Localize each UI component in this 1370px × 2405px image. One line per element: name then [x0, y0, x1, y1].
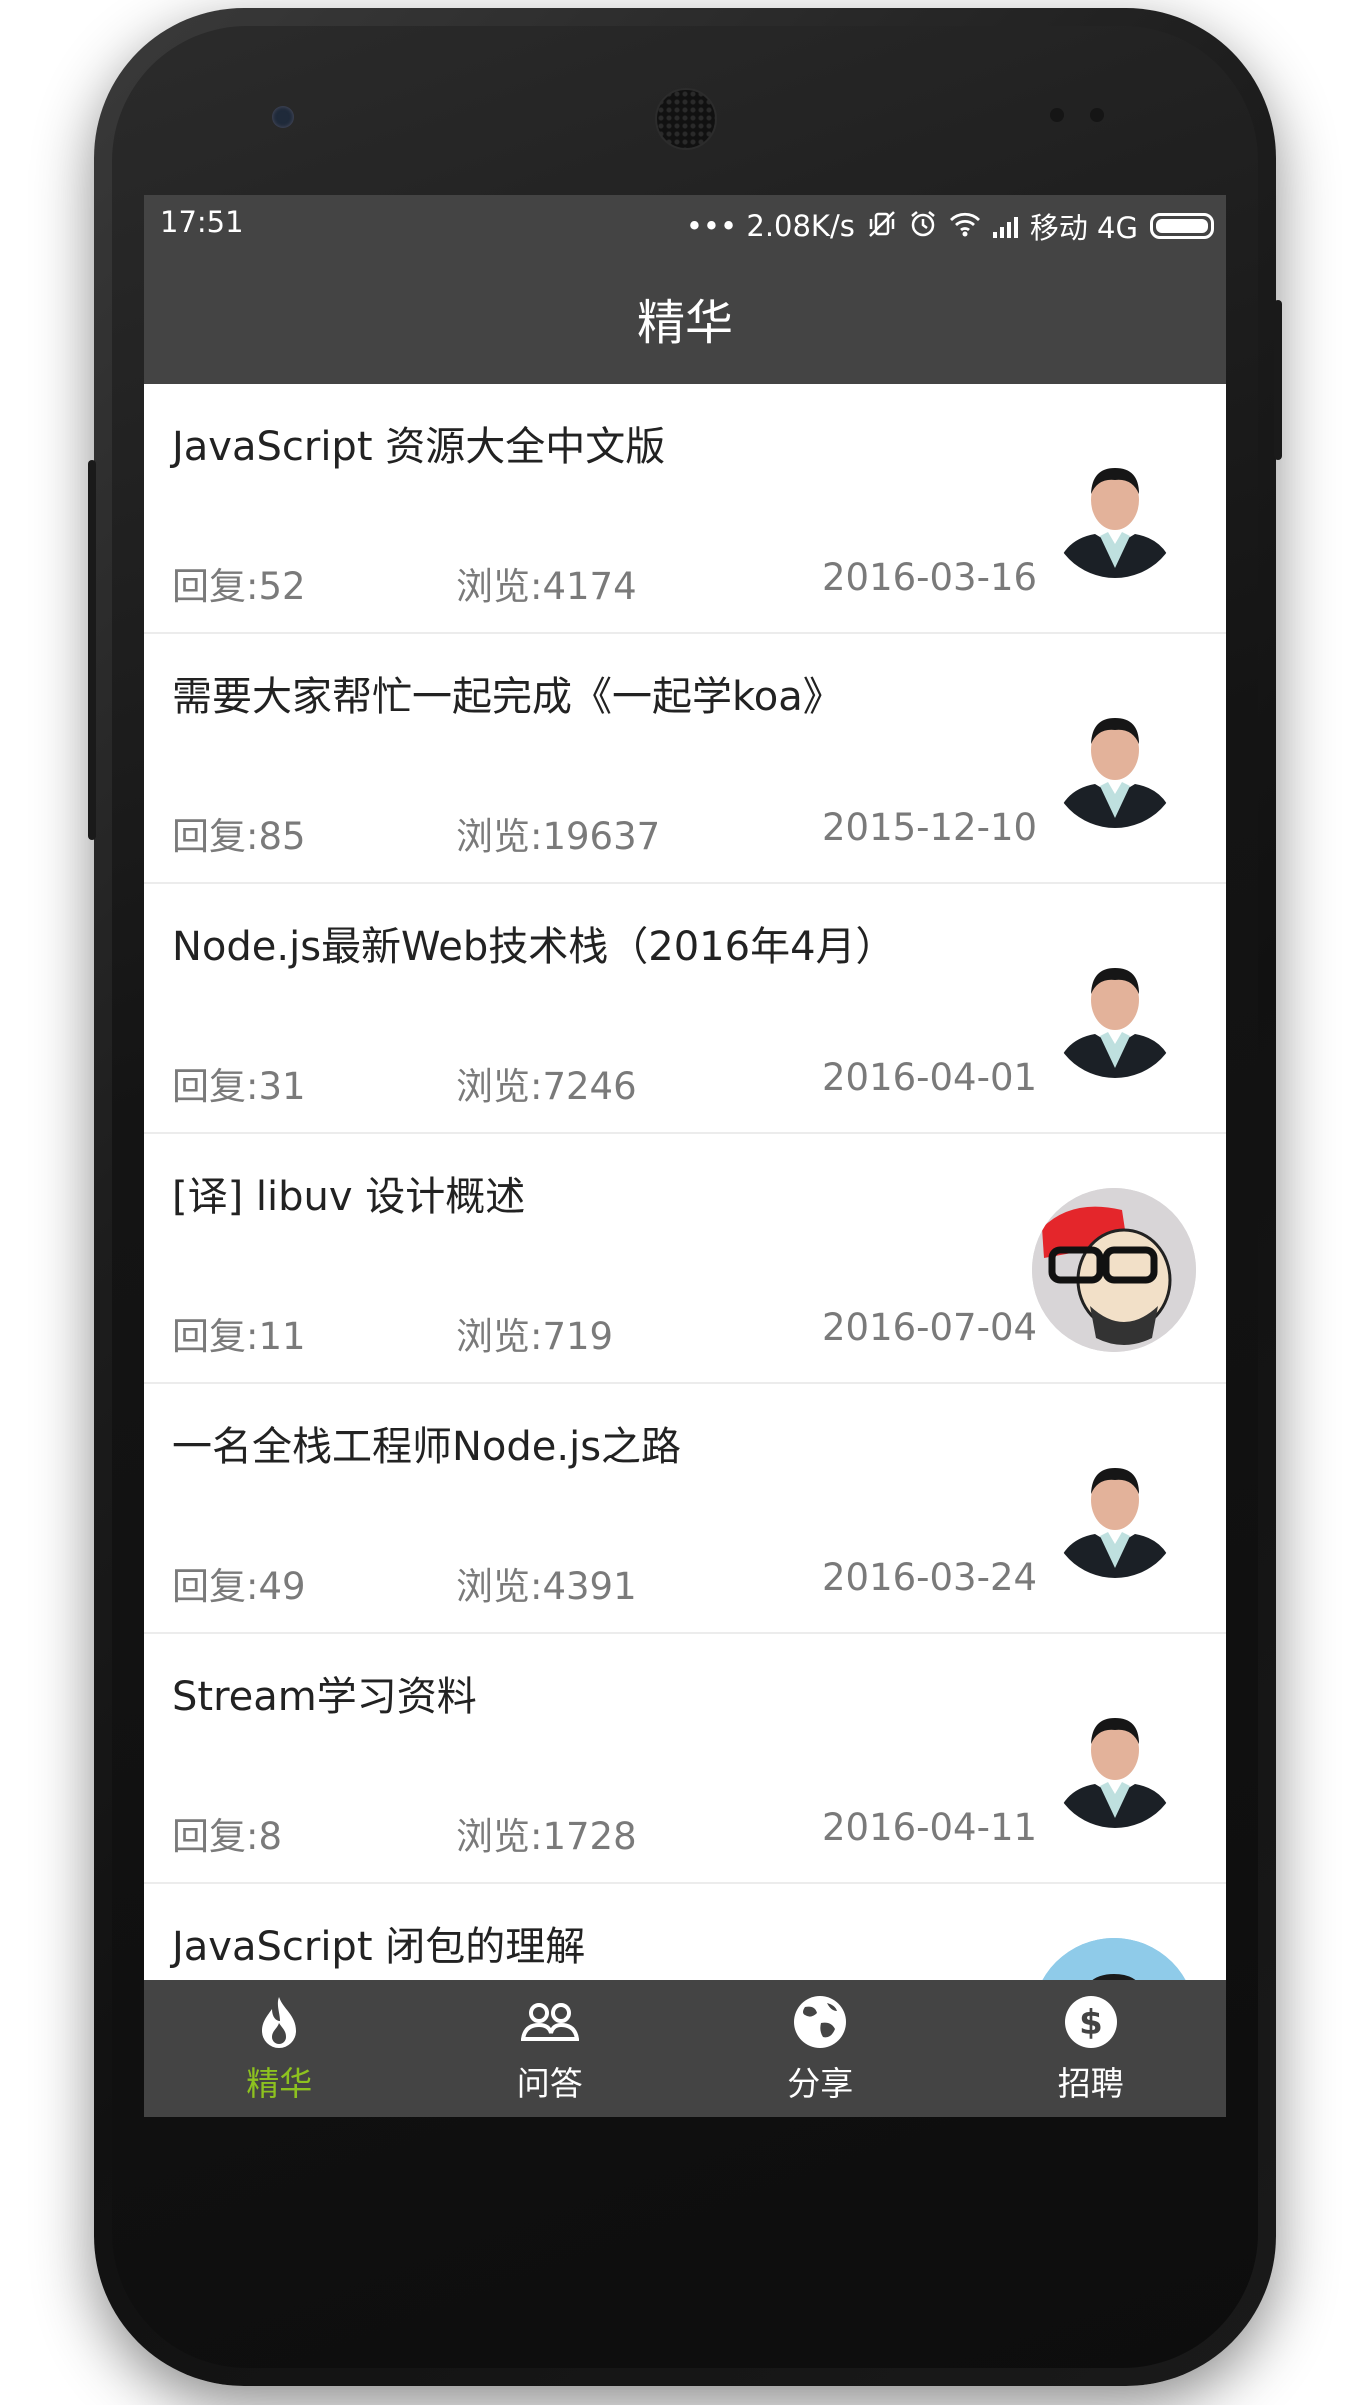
view-count: 浏览:4391	[456, 1565, 637, 1608]
topic-date: 2015-12-10	[822, 806, 1038, 849]
tab-share[interactable]: 分享	[685, 1980, 956, 2117]
topic-item[interactable]: JavaScript 资源大全中文版 回复:52 浏览:4174 2016-03…	[144, 384, 1226, 634]
signal-icon	[992, 214, 1018, 238]
tab-essence[interactable]: 精华	[144, 1980, 415, 2117]
reply-count: 回复:31	[172, 1065, 306, 1108]
flame-icon	[262, 1996, 297, 2048]
topic-list[interactable]: JavaScript 资源大全中文版 回复:52 浏览:4174 2016-03…	[144, 384, 1226, 2117]
net-speed: ••• 2.08K/s	[685, 209, 855, 243]
author-avatar[interactable]	[1050, 1448, 1180, 1578]
topic-title: Stream学习资料	[172, 1674, 477, 1720]
topic-item[interactable]: Stream学习资料 回复:8 浏览:1728 2016-04-11	[144, 1634, 1226, 1884]
svg-text:$: $	[1079, 2003, 1103, 2043]
power-button	[1274, 300, 1282, 460]
volume-button	[88, 460, 96, 840]
app-header: 精华	[144, 251, 1226, 384]
light-sensor	[1090, 108, 1104, 122]
tab-label: 精华	[246, 2063, 313, 2103]
topic-item[interactable]: Node.js最新Web技术栈（2016年4月） 回复:31 浏览:7246 2…	[144, 884, 1226, 1134]
author-avatar[interactable]	[1050, 948, 1180, 1078]
topic-title: JavaScript 闭包的理解	[172, 1924, 586, 1970]
people-icon	[520, 2002, 579, 2041]
topic-date: 2016-07-04	[822, 1306, 1038, 1349]
page-title: 精华	[636, 294, 733, 351]
view-count: 浏览:4174	[456, 565, 637, 608]
view-count: 浏览:7246	[456, 1065, 637, 1108]
earpiece-speaker	[655, 88, 717, 150]
tab-jobs[interactable]: $ 招聘	[956, 1980, 1227, 2117]
proximity-sensor	[1050, 108, 1064, 122]
reply-count: 回复:8	[172, 1815, 283, 1858]
front-camera	[272, 106, 294, 128]
author-avatar[interactable]	[1050, 1698, 1180, 1828]
author-avatar[interactable]	[1050, 448, 1180, 578]
topic-date: 2016-04-11	[822, 1806, 1038, 1849]
tab-qa[interactable]: 问答	[415, 1980, 686, 2117]
topic-item[interactable]: [译] libuv 设计概述 回复:11 浏览:719 2016-07-04	[144, 1134, 1226, 1384]
topic-item[interactable]: 需要大家帮忙一起完成《一起学koa》 回复:85 浏览:19637 2015-1…	[144, 634, 1226, 884]
battery-icon	[1150, 213, 1214, 239]
topic-title: 一名全栈工程师Node.js之路	[172, 1424, 682, 1470]
author-avatar[interactable]	[1050, 698, 1180, 828]
author-avatar[interactable]	[1032, 1188, 1196, 1352]
vibrate-off-icon	[867, 210, 897, 243]
view-count: 浏览:719	[456, 1315, 614, 1358]
bottom-tab-bar: 精华 问答 分享 $ 招聘	[144, 1980, 1226, 2117]
view-count: 浏览:1728	[456, 1815, 637, 1858]
topic-title: Node.js最新Web技术栈（2016年4月）	[172, 924, 896, 970]
topic-title: 需要大家帮忙一起完成《一起学koa》	[172, 674, 843, 720]
wifi-icon	[949, 211, 981, 242]
status-bar: 17:51 ••• 2.08K/s 移动 4G	[144, 195, 1226, 251]
topic-item[interactable]: 一名全栈工程师Node.js之路 回复:49 浏览:4391 2016-03-2…	[144, 1384, 1226, 1634]
carrier-label: 移动 4G	[1029, 211, 1138, 245]
topic-date: 2016-03-16	[822, 556, 1038, 599]
topic-title: [译] libuv 设计概述	[172, 1174, 526, 1220]
reply-count: 回复:49	[172, 1565, 306, 1608]
alarm-icon	[909, 210, 937, 243]
view-count: 浏览:19637	[456, 815, 661, 858]
topic-date: 2016-04-01	[822, 1056, 1038, 1099]
app-screen: 17:51 ••• 2.08K/s 移动 4G 精华 JavaScript 资源…	[144, 195, 1226, 2117]
status-time: 17:51	[160, 205, 244, 239]
dollar-icon: $	[1064, 1995, 1117, 2048]
tab-label: 招聘	[1057, 2063, 1124, 2103]
reply-count: 回复:11	[172, 1315, 306, 1358]
tab-label: 分享	[787, 2063, 854, 2103]
tab-label: 问答	[516, 2063, 583, 2103]
topic-date: 2016-03-24	[822, 1556, 1038, 1599]
globe-icon	[794, 1995, 847, 2048]
status-icons: ••• 2.08K/s 移动 4G	[686, 205, 1214, 247]
reply-count: 回复:52	[172, 565, 306, 608]
reply-count: 回复:85	[172, 815, 306, 858]
topic-title: JavaScript 资源大全中文版	[172, 424, 666, 470]
